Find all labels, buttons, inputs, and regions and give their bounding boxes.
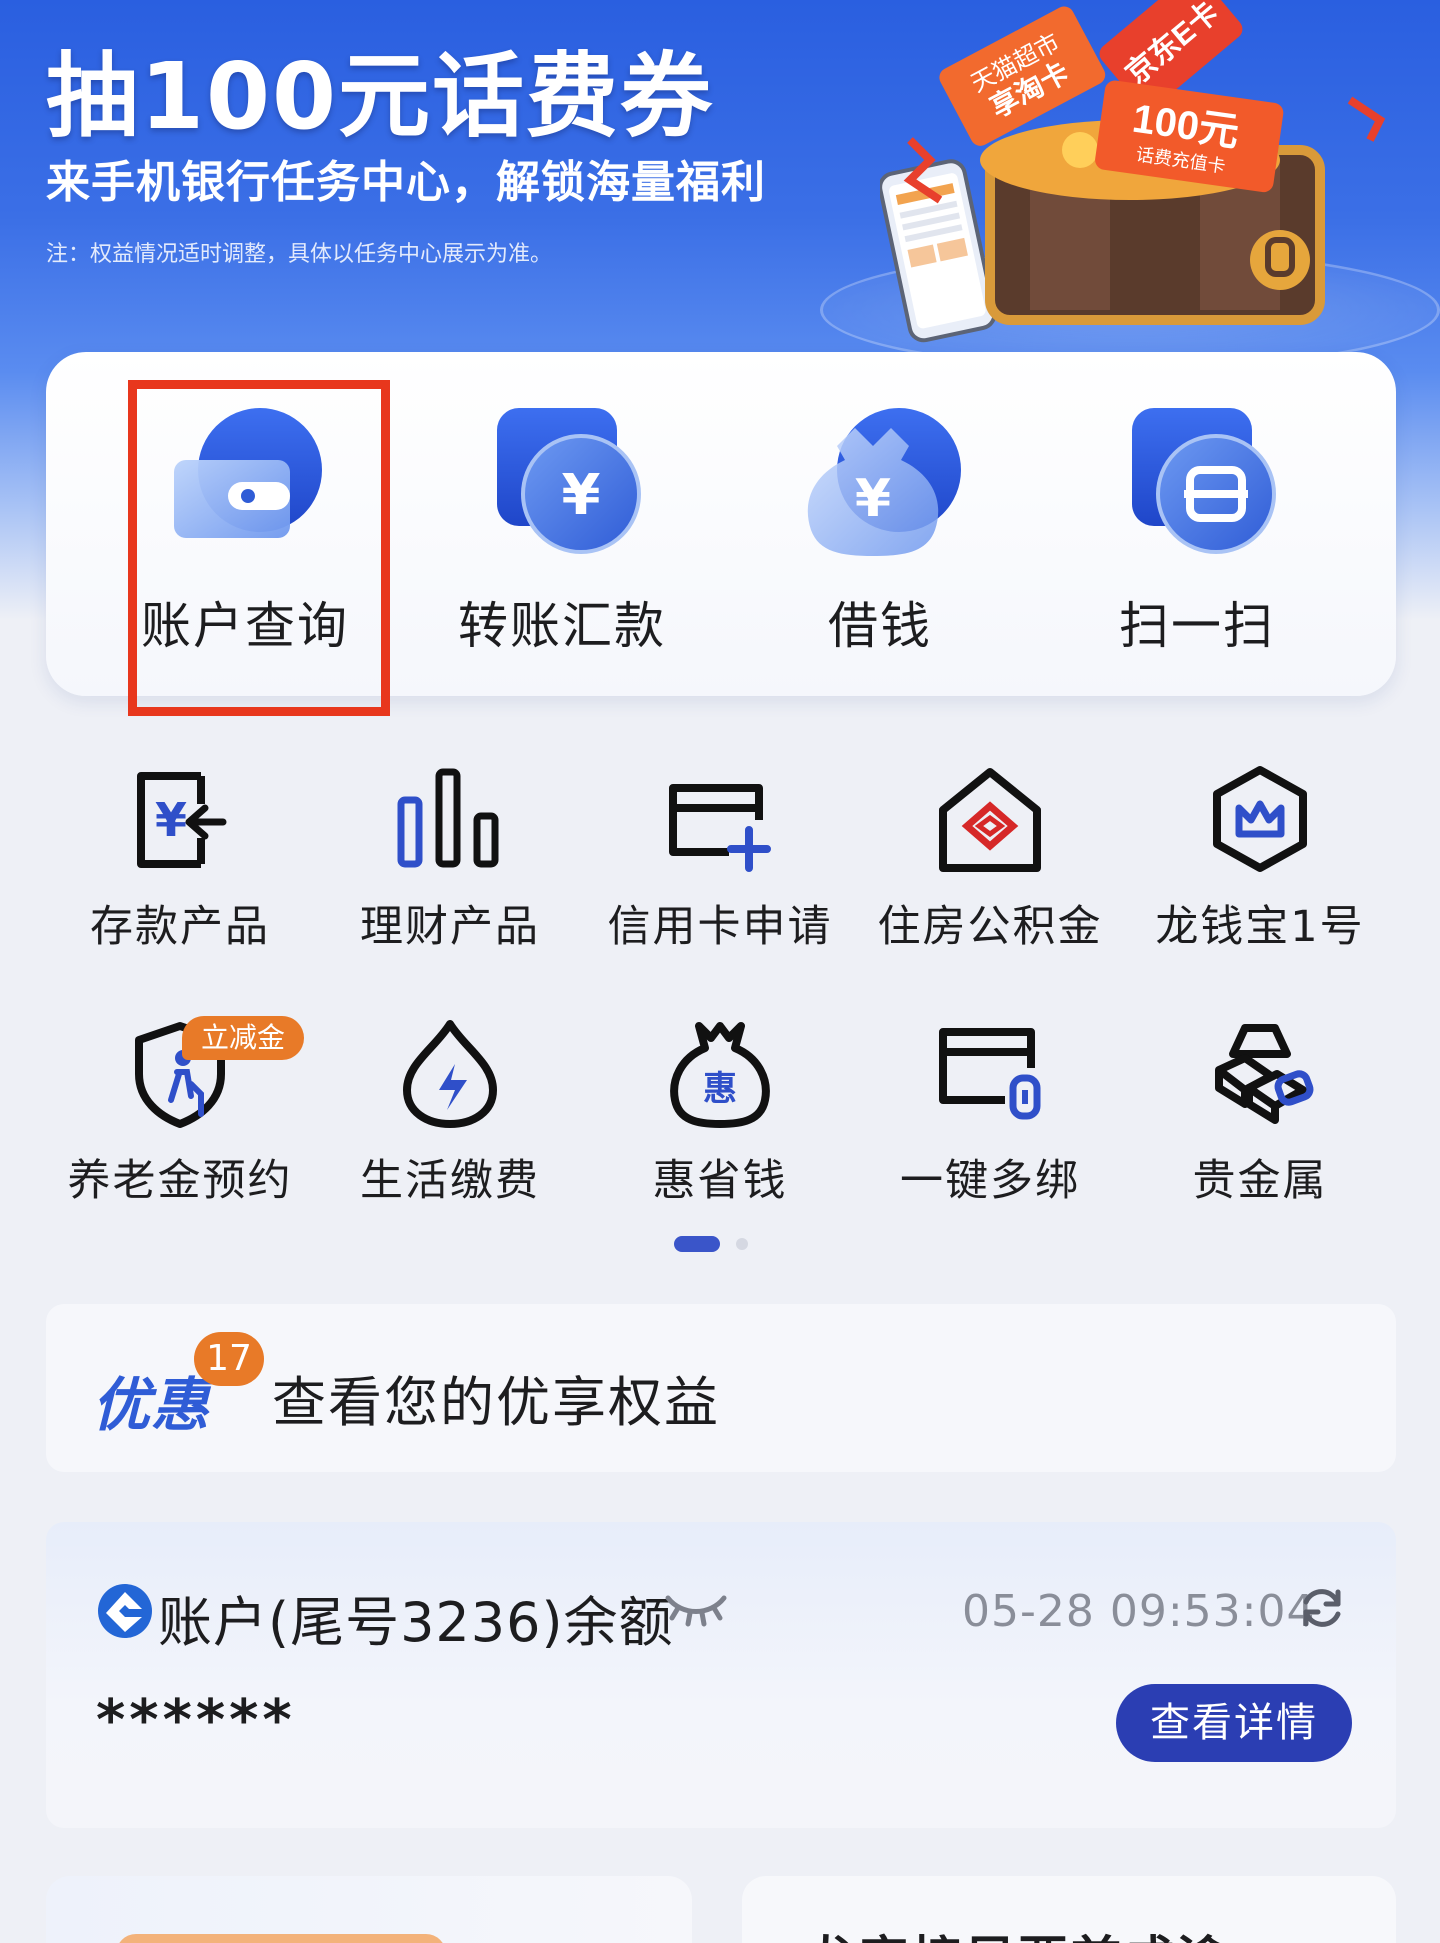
grid-label: 存款产品 xyxy=(90,902,270,952)
house-icon xyxy=(939,768,1041,872)
transfer-yen-icon: ¥ xyxy=(497,408,641,554)
account-title: 账户(尾号3236)余额 xyxy=(158,1591,674,1654)
grid-item-hui-sheng-qian[interactable]: 惠 惠省钱 xyxy=(585,1018,855,1218)
bottom-card-left[interactable] xyxy=(46,1876,692,1943)
grid-item-utilities[interactable]: 生活缴费 xyxy=(315,1018,585,1218)
promo-logo: 优惠 xyxy=(92,1371,211,1439)
grid-label: 贵金属 xyxy=(1192,1156,1328,1206)
benefits-row[interactable]: 优惠 17 查看您的优享权益 xyxy=(46,1304,1396,1472)
account-balance-card: 账户(尾号3236)余额 05-28 09:53:04 ****** 查看详情 xyxy=(46,1522,1396,1828)
eye-closed-icon[interactable] xyxy=(664,1588,728,1628)
treasure-chest-illustration: 天猫超市 享淘卡 京东E卡 100元 话费充值卡 xyxy=(880,0,1386,343)
grid-label: 生活缴费 xyxy=(360,1156,540,1206)
grid-item-housing-fund[interactable]: 住房公积金 xyxy=(855,764,1125,964)
deposit-icon: ¥ xyxy=(137,772,227,868)
grid-label: 惠省钱 xyxy=(652,1156,788,1206)
page-dot-active xyxy=(674,1236,720,1252)
quick-label: 借钱 xyxy=(828,597,932,655)
bottom-card-right[interactable]: 龙字接早要首成渝 xyxy=(742,1876,1396,1943)
account-balance-masked: ****** xyxy=(96,1688,296,1753)
grid-item-wealth[interactable]: 理财产品 xyxy=(315,764,585,964)
grid-label: 理财产品 xyxy=(360,902,540,952)
crown-hexagon-icon xyxy=(1213,766,1307,872)
discount-tag-badge: 立减金 xyxy=(182,1016,304,1060)
bottom-card-right-title: 龙字接早要首成渝 xyxy=(806,1920,1230,1943)
grid-label: 信用卡申请 xyxy=(607,902,833,952)
grid-label: 龙钱宝1号 xyxy=(1155,902,1365,952)
gold-bars-icon xyxy=(1215,1024,1314,1124)
grid-label: 一键多绑 xyxy=(900,1156,1080,1206)
phone-illustration xyxy=(880,159,997,343)
lightning-drop-icon xyxy=(403,1020,497,1128)
grid-item-deposit[interactable]: ¥ 存款产品 xyxy=(45,764,315,964)
account-timestamp: 05-28 09:53:04 xyxy=(962,1586,1316,1637)
grid-item-longqianbao[interactable]: 龙钱宝1号 xyxy=(1125,764,1395,964)
grid-label: 养老金预约 xyxy=(67,1156,293,1206)
grid-label: 住房公积金 xyxy=(877,902,1103,952)
banner-note: 注：权益情况适时调整，具体以任务中心展示为准。 xyxy=(46,242,553,267)
card-link-icon xyxy=(939,1028,1041,1120)
svg-text:惠: 惠 xyxy=(703,1069,737,1109)
grid-item-precious-metal[interactable]: 贵金属 xyxy=(1125,1018,1395,1218)
credit-card-add-icon xyxy=(669,784,771,872)
promo-text: 查看您的优享权益 xyxy=(272,1371,720,1434)
quick-borrow[interactable]: ¥ 借钱 xyxy=(721,352,1039,696)
quick-scan[interactable]: 扫一扫 xyxy=(1038,352,1356,696)
refresh-icon[interactable] xyxy=(1298,1584,1346,1632)
scan-icon xyxy=(1132,408,1276,554)
grid-item-multi-bind[interactable]: 一键多绑 xyxy=(855,1018,1125,1218)
page-dot xyxy=(736,1238,748,1250)
grid-item-credit-card[interactable]: 信用卡申请 xyxy=(585,764,855,964)
quick-label: 扫一扫 xyxy=(1119,597,1275,655)
banner-title: 抽100元话费券 xyxy=(46,43,715,150)
svg-text:¥: ¥ xyxy=(562,463,601,528)
highlight-box xyxy=(128,380,390,716)
hui-bag-icon: 惠 xyxy=(670,1022,770,1128)
quick-transfer[interactable]: ¥ 转账汇款 xyxy=(403,352,721,696)
svg-text:¥: ¥ xyxy=(155,793,187,847)
bar-chart-icon xyxy=(397,768,499,868)
bank-logo-icon xyxy=(98,1584,152,1638)
svg-text:¥: ¥ xyxy=(855,469,891,529)
promo-count-badge: 17 xyxy=(194,1332,264,1386)
view-details-button[interactable]: 查看详情 xyxy=(1116,1684,1352,1762)
bottom-card-pill xyxy=(116,1934,446,1943)
banner-subtitle: 来手机银行任务中心，解锁海量福利 xyxy=(46,157,766,208)
money-bag-icon: ¥ xyxy=(807,408,961,556)
quick-label: 转账汇款 xyxy=(458,597,666,655)
